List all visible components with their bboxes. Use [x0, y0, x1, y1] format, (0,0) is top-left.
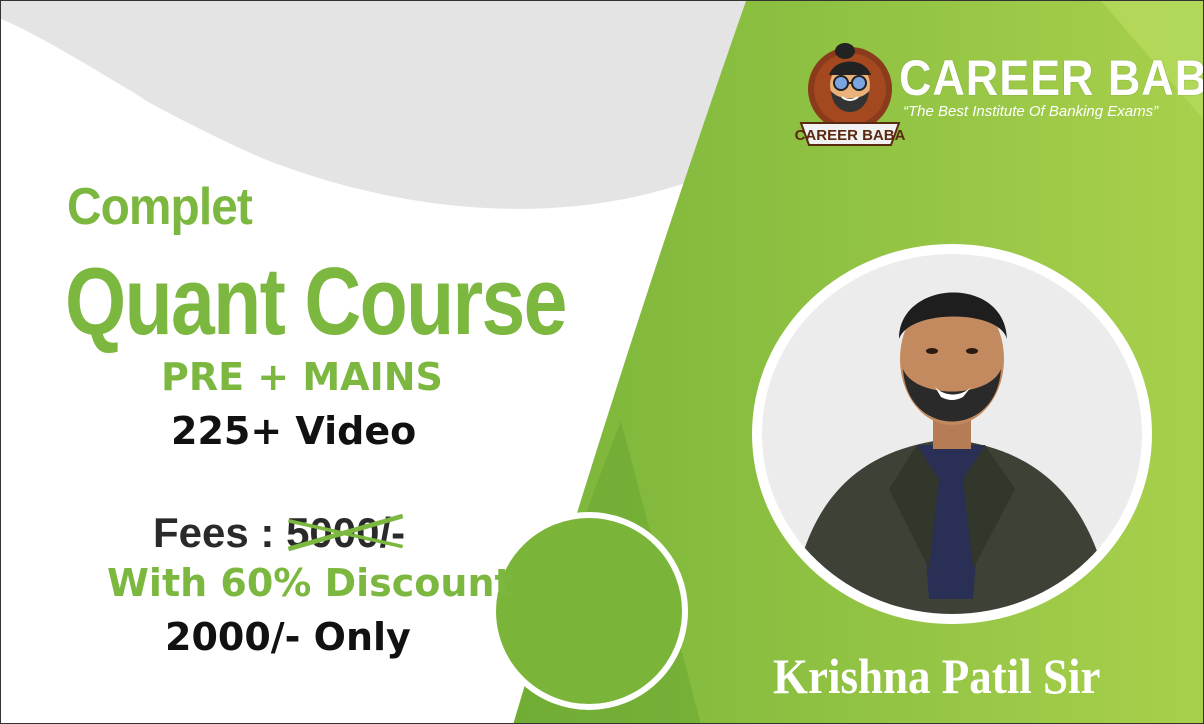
svg-text:CAREER BABA: CAREER BABA	[795, 127, 905, 144]
discount-label: With 60% Discount	[107, 561, 513, 605]
brand-tagline: “The Best Institute Of Banking Exams”	[903, 103, 1159, 120]
final-price: 2000/- Only	[165, 615, 411, 659]
teacher-photo	[749, 239, 1155, 629]
fees-label: Fees :	[153, 509, 287, 556]
course-banner: Complet Quant Course PRE + MAINS 225+ Vi…	[0, 0, 1204, 724]
original-price: 5000/-	[286, 509, 405, 556]
career-baba-logo-icon: CAREER BABA	[795, 41, 906, 151]
video-count: 225+ Video	[171, 409, 417, 453]
course-subtitle: PRE + MAINS	[161, 355, 443, 399]
heading-line1: Complet	[67, 178, 253, 236]
fees-line: Fees : 5000/-	[153, 509, 405, 557]
course-info: Complet Quant Course PRE + MAINS 225+ Vi…	[1, 1, 621, 723]
heading-main: Quant Course	[65, 248, 567, 355]
original-price-text: 5000/-	[286, 509, 406, 556]
brand-name: CAREER BABA	[899, 50, 1203, 106]
teacher-name: Krishna Patil Sir	[773, 648, 1101, 704]
